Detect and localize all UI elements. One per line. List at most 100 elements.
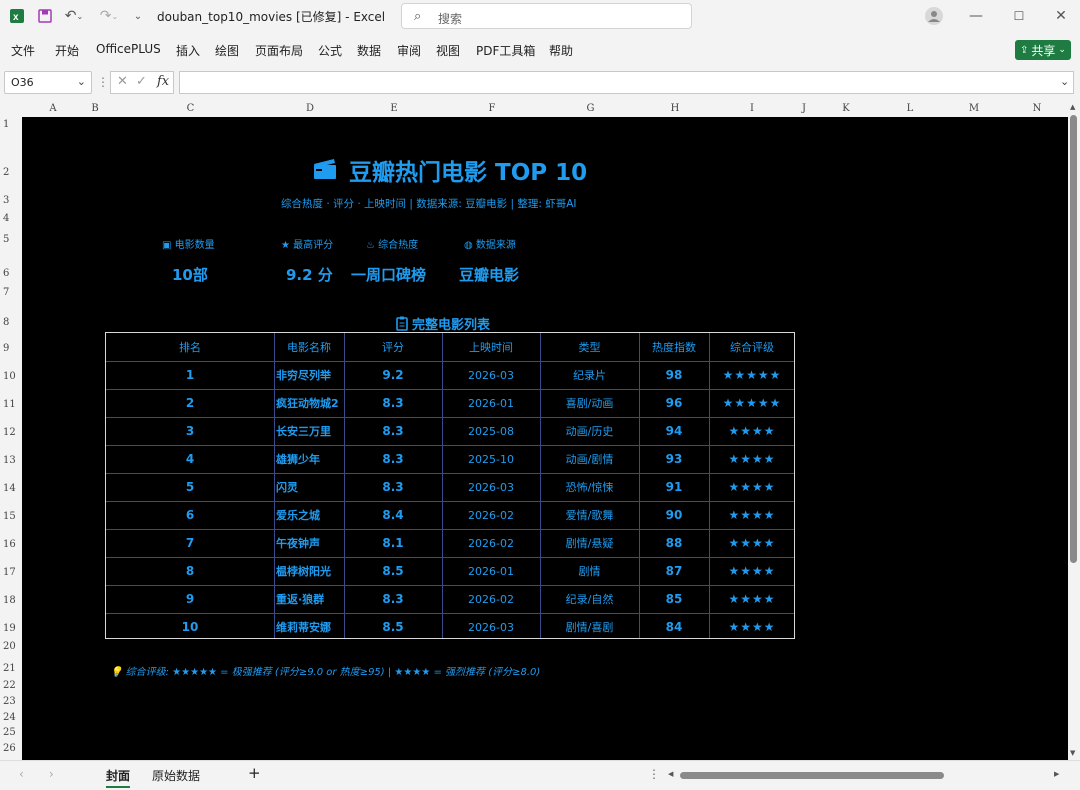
table-cell[interactable]: 2026-01 [442, 389, 540, 417]
table-cell[interactable]: 10 [106, 613, 274, 641]
table-cell[interactable]: 动画/剧情 [540, 445, 639, 473]
table-cell[interactable]: 2026-01 [442, 557, 540, 585]
table-cell[interactable]: 91 [639, 473, 709, 501]
table-cell[interactable]: 8.5 [344, 557, 442, 585]
table-cell[interactable]: ★★★★ [709, 501, 795, 529]
menu-formulas[interactable]: 公式 [318, 42, 342, 59]
row-header[interactable]: 23 [0, 696, 22, 707]
column-header[interactable]: I [710, 103, 794, 114]
column-header[interactable]: L [878, 103, 942, 114]
menu-pdf-tools[interactable]: PDF工具箱 [476, 42, 535, 59]
row-header[interactable]: 2 [0, 167, 22, 178]
row-header[interactable]: 24 [0, 712, 22, 723]
row-header[interactable]: 14 [0, 483, 22, 494]
row-header[interactable]: 21 [0, 663, 22, 674]
table-header-cell[interactable]: 类型 [540, 333, 639, 361]
table-cell[interactable]: ★★★★ [709, 417, 795, 445]
insert-function-button[interactable]: fx [157, 74, 169, 89]
menu-officeplus[interactable]: OfficePLUS [96, 42, 161, 56]
vertical-scroll-thumb[interactable] [1070, 115, 1077, 563]
table-cell[interactable]: 3 [106, 417, 274, 445]
row-header[interactable]: 22 [0, 680, 22, 691]
table-header-cell[interactable]: 综合评级 [709, 333, 795, 361]
menu-help[interactable]: 帮助 [549, 42, 573, 59]
table-cell[interactable]: 疯狂动物城2 [274, 389, 344, 417]
table-cell[interactable]: 喜剧/动画 [540, 389, 639, 417]
table-cell[interactable]: 8.3 [344, 417, 442, 445]
expand-formula-icon[interactable]: ⌄ [1060, 75, 1069, 88]
table-cell[interactable]: 84 [639, 613, 709, 641]
table-cell[interactable]: 非穷尽列举 [274, 361, 344, 389]
table-cell[interactable]: ★★★★ [709, 613, 795, 641]
menu-view[interactable]: 视图 [436, 42, 460, 59]
row-header[interactable]: 17 [0, 567, 22, 578]
formula-input[interactable] [179, 71, 1074, 94]
row-header[interactable]: 4 [0, 213, 22, 224]
column-header[interactable]: N [1006, 103, 1068, 114]
table-cell[interactable]: 8.3 [344, 445, 442, 473]
row-header[interactable]: 16 [0, 539, 22, 550]
table-cell[interactable]: 长安三万里 [274, 417, 344, 445]
table-header-cell[interactable]: 热度指数 [639, 333, 709, 361]
table-cell[interactable]: ★★★★ [709, 445, 795, 473]
menu-insert[interactable]: 插入 [176, 42, 200, 59]
column-header[interactable]: D [275, 103, 345, 114]
table-cell[interactable]: 2026-03 [442, 361, 540, 389]
add-sheet-icon[interactable]: + [248, 764, 261, 782]
menu-data[interactable]: 数据 [357, 42, 381, 59]
table-header-cell[interactable]: 评分 [344, 333, 442, 361]
column-header[interactable]: A [22, 103, 84, 114]
table-cell[interactable]: 2026-02 [442, 501, 540, 529]
next-sheet-icon[interactable]: › [49, 767, 54, 781]
scroll-right-icon[interactable]: ▶ [1054, 770, 1059, 778]
table-cell[interactable]: ★★★★ [709, 529, 795, 557]
column-header[interactable]: M [942, 103, 1006, 114]
row-header[interactable]: 7 [0, 287, 22, 298]
column-header[interactable]: G [541, 103, 640, 114]
confirm-icon[interactable]: ✓ [136, 74, 147, 89]
table-cell[interactable]: 8.1 [344, 529, 442, 557]
table-cell[interactable]: 2026-03 [442, 613, 540, 641]
row-header[interactable]: 5 [0, 234, 22, 245]
vertical-scrollbar[interactable]: ▲ ▼ [1068, 101, 1080, 760]
scroll-left-icon[interactable]: ◀ [668, 770, 673, 778]
table-cell[interactable]: 87 [639, 557, 709, 585]
column-header[interactable]: B [84, 103, 106, 114]
table-cell[interactable]: 闪灵 [274, 473, 344, 501]
row-header[interactable]: 9 [0, 343, 22, 354]
menu-home[interactable]: 开始 [55, 42, 79, 59]
close-button[interactable]: ✕ [1051, 7, 1071, 25]
more-icon[interactable]: ⋮ [648, 767, 660, 781]
maximize-button[interactable]: ☐ [1009, 7, 1029, 25]
table-cell[interactable]: 爱情/歌舞 [540, 501, 639, 529]
table-cell[interactable]: 4 [106, 445, 274, 473]
table-cell[interactable]: 雄狮少年 [274, 445, 344, 473]
table-cell[interactable]: 2026-02 [442, 529, 540, 557]
horizontal-scrollbar[interactable]: ◀ ▶ [668, 769, 1064, 781]
row-header[interactable]: 11 [0, 399, 22, 410]
table-cell[interactable]: 纪录/自然 [540, 585, 639, 613]
customize-toolbar-icon[interactable]: ⌄ [131, 7, 145, 25]
search-box[interactable]: ⌕ 搜索 [401, 3, 692, 29]
table-cell[interactable]: 90 [639, 501, 709, 529]
row-header[interactable]: 19 [0, 623, 22, 634]
table-cell[interactable]: 9.2 [344, 361, 442, 389]
table-cell[interactable]: 2025-08 [442, 417, 540, 445]
table-cell[interactable]: 2 [106, 389, 274, 417]
table-cell[interactable]: 8.5 [344, 613, 442, 641]
table-cell[interactable]: 5 [106, 473, 274, 501]
row-header[interactable]: 6 [0, 268, 22, 279]
table-cell[interactable]: 8.4 [344, 501, 442, 529]
column-header[interactable]: F [443, 103, 541, 114]
redo-icon[interactable]: ↷ ⌄ [97, 7, 121, 25]
menu-file[interactable]: 文件 [11, 42, 35, 59]
table-cell[interactable]: 重返·狼群 [274, 585, 344, 613]
share-button[interactable]: ⇪ 共享 ⌄ [1015, 40, 1071, 60]
table-cell[interactable]: 恐怖/惊悚 [540, 473, 639, 501]
menu-review[interactable]: 审阅 [397, 42, 421, 59]
table-cell[interactable]: 93 [639, 445, 709, 473]
column-header[interactable]: J [794, 103, 814, 114]
row-header[interactable]: 20 [0, 641, 22, 652]
row-header[interactable]: 10 [0, 371, 22, 382]
table-cell[interactable]: 6 [106, 501, 274, 529]
